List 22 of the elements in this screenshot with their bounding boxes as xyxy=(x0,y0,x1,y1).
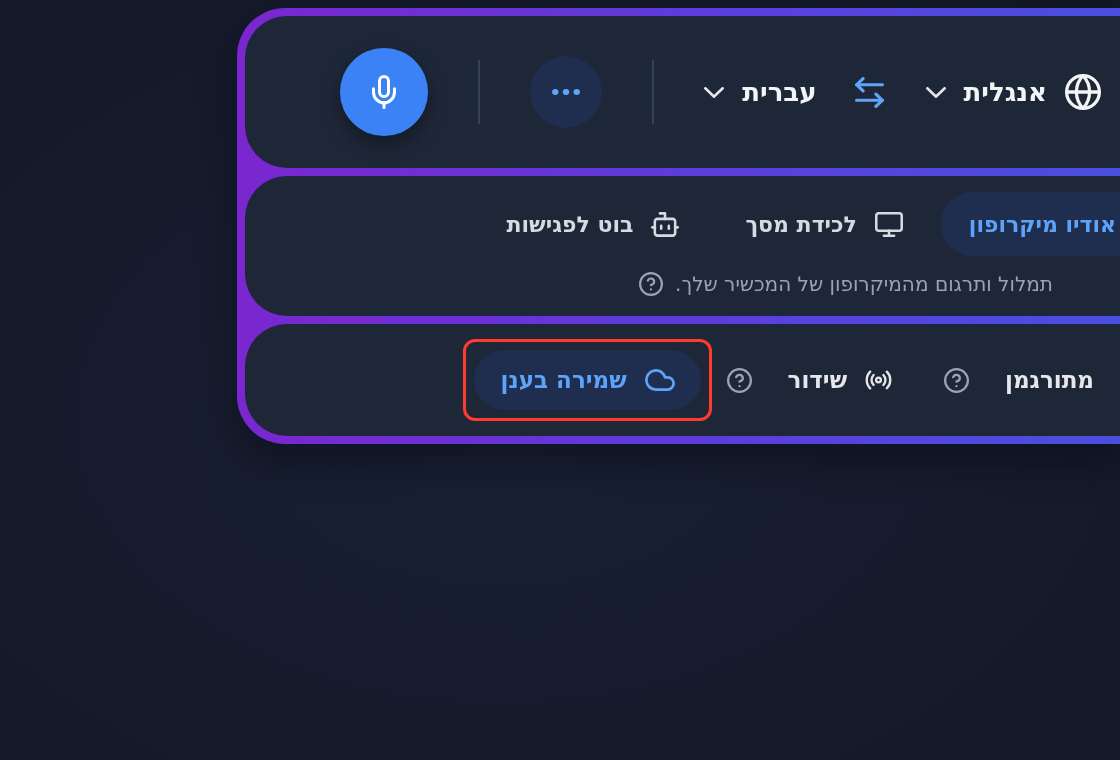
mode-toggle[interactable]: שידור xyxy=(761,350,919,410)
broadcast-icon xyxy=(865,370,893,390)
language-dropdown[interactable]: אנגלית xyxy=(925,75,1047,109)
mode-toggle[interactable]: מתורגמן xyxy=(979,350,1120,410)
chevron-down-icon xyxy=(704,86,725,98)
chevron-down-icon xyxy=(925,86,946,98)
cloud-icon xyxy=(644,369,675,391)
help-icon[interactable] xyxy=(639,272,664,296)
mode-toggle[interactable]: שמירה בענן xyxy=(474,350,701,410)
swap-icon[interactable] xyxy=(854,76,884,108)
help-icon[interactable] xyxy=(726,367,752,393)
microphone-icon xyxy=(372,75,397,109)
help-icon[interactable] xyxy=(944,367,970,393)
description-text: תמלול ותרגום מהמיקרופון של המכשיר שלך. xyxy=(675,272,1053,296)
globe-icon xyxy=(1065,74,1101,110)
language-dropdown[interactable]: עברית xyxy=(704,75,817,109)
monitor-icon xyxy=(874,211,903,237)
source-tab[interactable]: בוט לפגישות xyxy=(478,192,708,256)
robot-icon xyxy=(651,211,680,237)
source-tab[interactable]: לכידת מסך xyxy=(717,192,931,256)
more-icon xyxy=(551,88,582,96)
source-tab[interactable]: אודיו מיקרופון xyxy=(940,192,1120,256)
